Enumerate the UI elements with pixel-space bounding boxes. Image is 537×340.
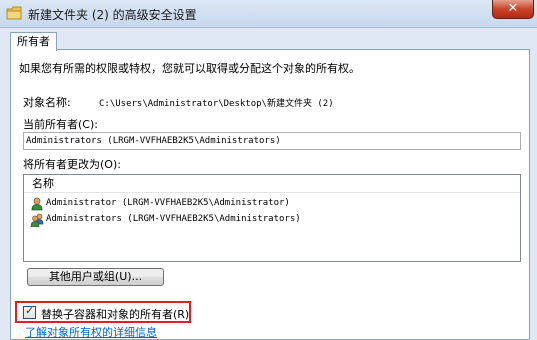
change-owner-label: 将所有者更改为(O): [23, 158, 121, 171]
list-item-label: Administrator (LRGM-VVFHAEB2K5\Administr… [46, 198, 290, 208]
window-title: 新建文件夹 (2) 的高级安全设置 [28, 8, 197, 22]
group-icon [30, 213, 44, 227]
intro-text: 如果您有所需的权限或特权，您就可以取得或分配这个对象的所有权。 [19, 62, 360, 75]
list-column-name[interactable]: 名称 [24, 175, 520, 193]
current-owner-label: 当前所有者(C): [23, 118, 98, 131]
close-button[interactable]: ✕ [492, 0, 534, 19]
object-name-label: 对象名称: [23, 96, 71, 109]
title-bar[interactable]: 新建文件夹 (2) 的高级安全设置 ✕ [0, 0, 537, 28]
owner-list[interactable]: 名称 Administrator (LRGM-VVFHAEB2K5\Admini… [23, 174, 521, 262]
replace-owner-label[interactable]: 替换子容器和对象的所有者(R) [41, 306, 189, 322]
replace-owner-checkbox[interactable]: ✓ [23, 304, 36, 319]
user-icon [31, 197, 43, 211]
owner-panel: 如果您有所需的权限或特权，您就可以取得或分配这个对象的所有权。 对象名称: C:… [10, 49, 530, 340]
checkmark-icon: ✓ [25, 304, 35, 317]
tab-strip: 所有者 [0, 28, 537, 51]
list-item-label: Administrators (LRGM-VVFHAEB2K5\Administ… [46, 214, 301, 224]
other-users-button[interactable]: 其他用户或组(U)... [27, 268, 164, 286]
object-name-value: C:\Users\Administrator\Desktop\新建文件夹 (2) [99, 99, 334, 109]
current-owner-field: Administrators (LRGM-VVFHAEB2K5\Administ… [23, 132, 521, 150]
folder-icon [6, 6, 22, 20]
tab-owner[interactable]: 所有者 [10, 32, 57, 51]
ownership-help-link[interactable]: 了解对象所有权的详细信息 [25, 324, 157, 340]
